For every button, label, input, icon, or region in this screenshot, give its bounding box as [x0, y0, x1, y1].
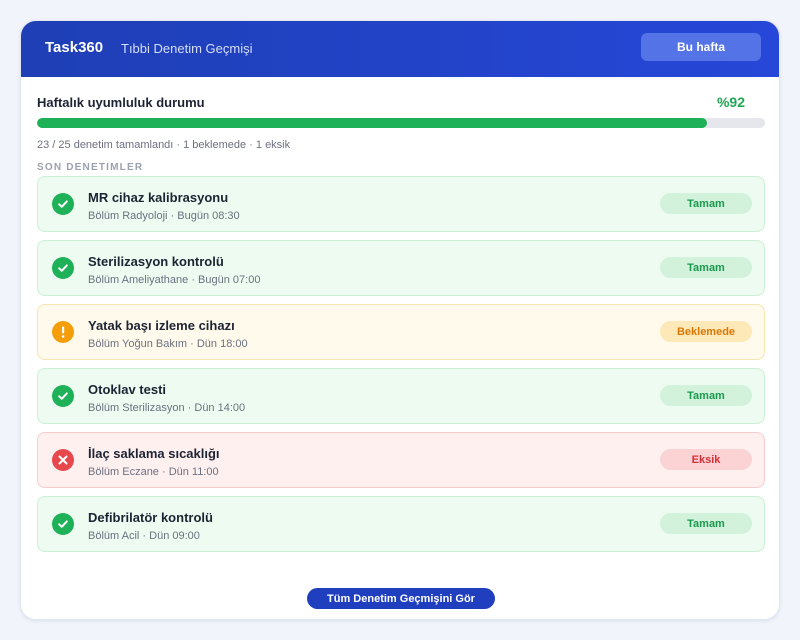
- audit-title: İlaç saklama sıcaklığı: [88, 446, 220, 461]
- audit-card: Task360 Tıbbi Denetim Geçmişi Bu hafta H…: [20, 20, 780, 620]
- progress-stats: 23 / 25 denetim tamamlandı · 1 beklemede…: [37, 139, 291, 151]
- audit-title: Otoklav testi: [88, 382, 167, 397]
- audit-item-6[interactable]: Defibrilatör kontrolü Bölüm Acil · Dün 0…: [37, 496, 765, 552]
- status-badge: Beklemede: [660, 321, 752, 342]
- audit-list: MR cihaz kalibrasyonu Bölüm Radyoloji · …: [37, 176, 765, 560]
- audit-meta: Bölüm Radyoloji · Bugün 08:30: [88, 210, 240, 222]
- view-all-history-button[interactable]: Tüm Denetim Geçmişini Gör: [307, 588, 495, 609]
- audit-item-3[interactable]: Yatak başı izleme cihazı Bölüm Yoğun Bak…: [37, 304, 765, 360]
- audit-meta: Bölüm Eczane · Dün 11:00: [88, 466, 219, 478]
- audit-meta: Bölüm Yoğun Bakım · Dün 18:00: [88, 338, 248, 350]
- warning-circle-icon: [52, 321, 74, 343]
- error-circle-icon: [52, 449, 74, 471]
- progress-title: Haftalık uyumluluk durumu: [37, 95, 205, 110]
- status-badge: Tamam: [660, 513, 752, 534]
- page-title: Tıbbi Denetim Geçmişi: [121, 41, 253, 56]
- header-bar: Task360 Tıbbi Denetim Geçmişi Bu hafta: [21, 21, 779, 77]
- status-badge: Tamam: [660, 193, 752, 214]
- audit-title: Defibrilatör kontrolü: [88, 510, 213, 525]
- audit-meta: Bölüm Ameliyathane · Bugün 07:00: [88, 274, 261, 286]
- audit-item-5[interactable]: İlaç saklama sıcaklığı Bölüm Eczane · Dü…: [37, 432, 765, 488]
- progress-bar-fill: [37, 118, 707, 128]
- audit-item-1[interactable]: MR cihaz kalibrasyonu Bölüm Radyoloji · …: [37, 176, 765, 232]
- check-circle-icon: [52, 513, 74, 535]
- audit-meta: Bölüm Sterilizasyon · Dün 14:00: [88, 402, 246, 414]
- progress-bar: [37, 118, 765, 128]
- check-circle-icon: [52, 257, 74, 279]
- check-circle-icon: [52, 385, 74, 407]
- brand-logo: Task360: [45, 39, 104, 56]
- status-badge: Eksik: [660, 449, 752, 470]
- status-badge: Tamam: [660, 257, 752, 278]
- check-circle-icon: [52, 193, 74, 215]
- audit-title: Sterilizasyon kontrolü: [88, 254, 224, 269]
- audit-item-2[interactable]: Sterilizasyon kontrolü Bölüm Ameliyathan…: [37, 240, 765, 296]
- week-filter-button[interactable]: Bu hafta: [641, 33, 761, 61]
- audit-item-4[interactable]: Otoklav testi Bölüm Sterilizasyon · Dün …: [37, 368, 765, 424]
- audit-title: Yatak başı izleme cihazı: [88, 318, 235, 333]
- audit-meta: Bölüm Acil · Dün 09:00: [88, 530, 200, 542]
- section-label: SON DENETIMLER: [37, 162, 144, 173]
- audit-title: MR cihaz kalibrasyonu: [88, 190, 229, 205]
- status-badge: Tamam: [660, 385, 752, 406]
- progress-percent: %92: [716, 94, 745, 110]
